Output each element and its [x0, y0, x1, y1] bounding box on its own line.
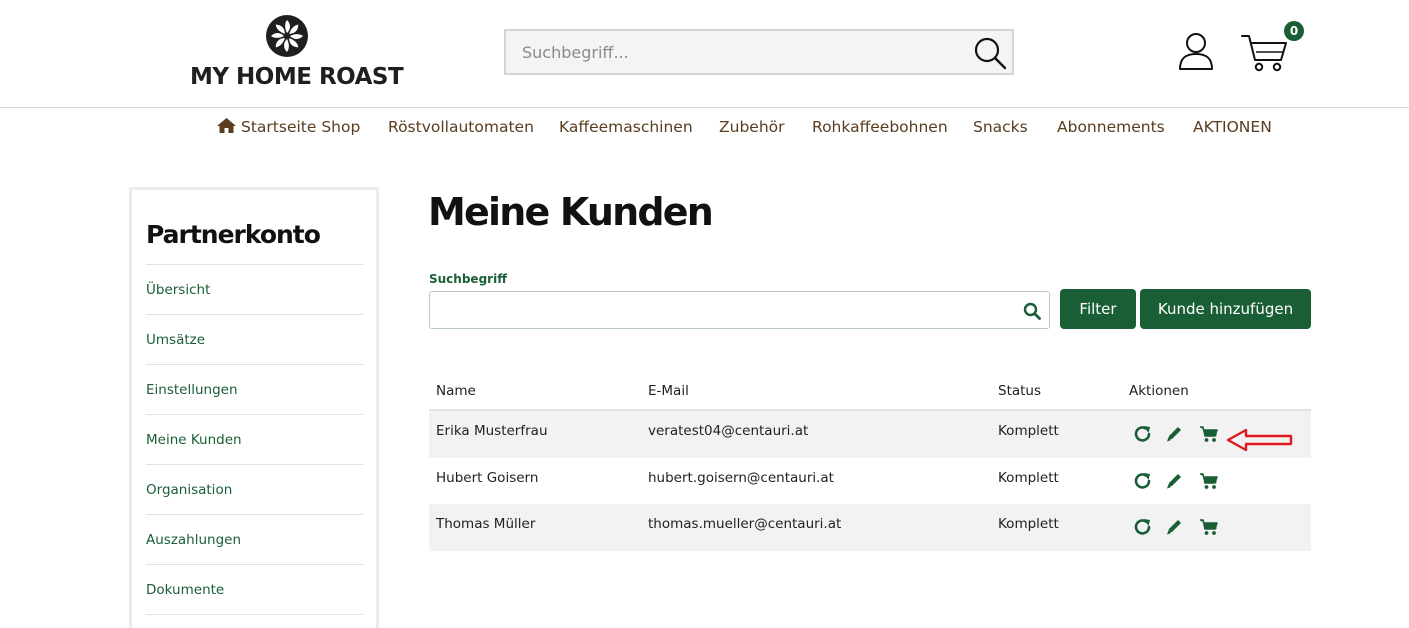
nav-item-snacks[interactable]: Snacks: [973, 118, 1028, 136]
cart-icon[interactable]: [1240, 30, 1288, 74]
main-navigation: Startseite Shop Röstvollautomaten Kaffee…: [0, 108, 1409, 148]
sidebar-item-auszahlungen[interactable]: Auszahlungen: [146, 514, 364, 564]
coffee-swirl-logo-icon[interactable]: [265, 14, 309, 58]
customers-table: Name E-Mail Status Aktionen Erika Muster…: [429, 371, 1311, 551]
customer-email: veratest04@centauri.at: [648, 423, 809, 439]
partner-sidebar: Partnerkonto Übersicht Umsätze Einstellu…: [129, 187, 379, 628]
sidebar-menu: Übersicht Umsätze Einstellungen Meine Ku…: [146, 264, 364, 615]
nav-item-aktionen[interactable]: AKTIONEN: [1193, 118, 1272, 136]
sidebar-item-dokumente[interactable]: Dokumente: [146, 564, 364, 614]
page-title: Meine Kunden: [428, 190, 714, 234]
user-icon[interactable]: [1175, 30, 1217, 72]
filter-label: Suchbegriff: [429, 272, 507, 286]
column-header-name: Name: [436, 383, 476, 399]
refresh-icon[interactable]: [1133, 518, 1153, 536]
cart-icon[interactable]: [1199, 518, 1219, 536]
site-search: [504, 29, 1014, 75]
sidebar-item-organisation[interactable]: Organisation: [146, 464, 364, 514]
sidebar-item-umsaetze[interactable]: Umsätze: [146, 314, 364, 364]
nav-item-kaffeemaschinen[interactable]: Kaffeemaschinen: [559, 118, 693, 136]
pencil-icon[interactable]: [1165, 425, 1185, 443]
home-icon: [217, 118, 236, 133]
annotation-arrow-icon: [1226, 428, 1293, 452]
site-search-input[interactable]: [506, 31, 966, 73]
nav-item-rohkaffeebohnen[interactable]: Rohkaffeebohnen: [812, 118, 948, 136]
cart-count-badge: 0: [1284, 21, 1304, 41]
refresh-icon[interactable]: [1133, 425, 1153, 443]
customer-status: Komplett: [998, 516, 1059, 532]
search-icon[interactable]: [972, 35, 1008, 71]
column-header-email: E-Mail: [648, 383, 689, 399]
nav-item-abonnements[interactable]: Abonnements: [1057, 118, 1165, 136]
nav-item-roestvollautomaten[interactable]: Röstvollautomaten: [388, 118, 534, 136]
cart-icon[interactable]: [1199, 425, 1219, 443]
customer-search-input[interactable]: [430, 292, 1015, 328]
table-header: Name E-Mail Status Aktionen: [429, 371, 1311, 411]
table-row: Hubert Goisern hubert.goisern@centauri.a…: [429, 458, 1311, 505]
nav-item-startseite-shop[interactable]: Startseite Shop: [217, 118, 360, 136]
customer-name: Hubert Goisern: [436, 469, 539, 486]
customer-name: Erika Musterfrau: [436, 423, 548, 439]
sidebar-item-einstellungen[interactable]: Einstellungen: [146, 364, 364, 414]
brand-logo-text[interactable]: MY HOME ROAST: [190, 64, 404, 90]
refresh-icon[interactable]: [1133, 472, 1153, 490]
customer-name: Thomas Müller: [436, 516, 536, 532]
column-header-actions: Aktionen: [1129, 383, 1189, 399]
filter-button[interactable]: Filter: [1060, 289, 1136, 329]
sidebar-item-uebersicht[interactable]: Übersicht: [146, 264, 364, 314]
nav-item-label: Startseite Shop: [241, 118, 361, 136]
table-row: Erika Musterfrau veratest04@centauri.at …: [429, 411, 1311, 458]
customer-email: thomas.mueller@centauri.at: [648, 516, 842, 532]
pencil-icon[interactable]: [1165, 518, 1185, 536]
add-customer-button[interactable]: Kunde hinzufügen: [1140, 289, 1311, 329]
customer-email: hubert.goisern@centauri.at: [648, 469, 834, 486]
pencil-icon[interactable]: [1165, 472, 1185, 490]
search-icon[interactable]: [1023, 302, 1041, 320]
sidebar-title: Partnerkonto: [146, 220, 321, 249]
customer-status: Komplett: [998, 469, 1059, 486]
table-row: Thomas Müller thomas.mueller@centauri.at…: [429, 504, 1311, 551]
cart-icon[interactable]: [1199, 472, 1219, 490]
nav-item-zubehoer[interactable]: Zubehör: [719, 118, 785, 136]
customer-status: Komplett: [998, 423, 1059, 439]
column-header-status: Status: [998, 383, 1042, 399]
site-header: MY HOME ROAST 0: [0, 0, 1409, 108]
customer-search-field: [429, 291, 1050, 329]
sidebar-divider: [146, 614, 364, 615]
sidebar-item-meine-kunden[interactable]: Meine Kunden: [146, 414, 364, 464]
